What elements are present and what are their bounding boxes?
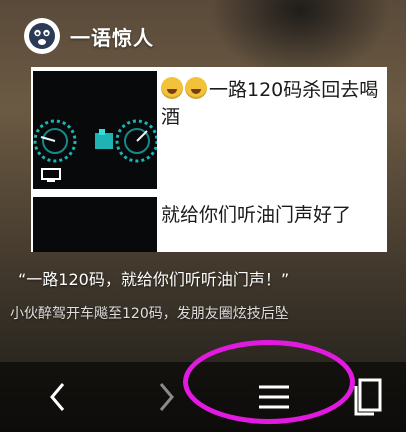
face-icon[interactable] — [24, 18, 60, 54]
article-quote[interactable]: “一路120码，就给你们听听油门声！” — [18, 266, 398, 290]
header: 一语惊人 — [24, 18, 154, 54]
article-description[interactable]: 小伙醉驾开车飚至120码，发朋友圈炫技后坠 — [10, 303, 402, 323]
tabs-icon — [354, 378, 382, 416]
video-thumbnail-dashboard[interactable] — [33, 71, 157, 189]
video-thumbnail-dark[interactable] — [33, 197, 157, 252]
card-item-caption-1[interactable]: 一路120码杀回去喝酒 — [161, 77, 381, 131]
tabs-button[interactable] — [352, 362, 406, 432]
back-button[interactable] — [28, 362, 88, 432]
news-card[interactable]: 一路120码杀回去喝酒 就给你们听油门声好了 — [31, 67, 387, 252]
chevron-right-icon — [159, 383, 174, 411]
grin-emoji-icon — [185, 77, 207, 99]
card-item-caption-2[interactable]: 就给你们听油门声好了 — [161, 202, 386, 229]
brand-name: 一语惊人 — [70, 25, 154, 50]
grin-emoji-icon — [161, 77, 183, 99]
highlight-annotation-circle — [183, 340, 355, 424]
chevron-left-icon — [50, 383, 65, 411]
